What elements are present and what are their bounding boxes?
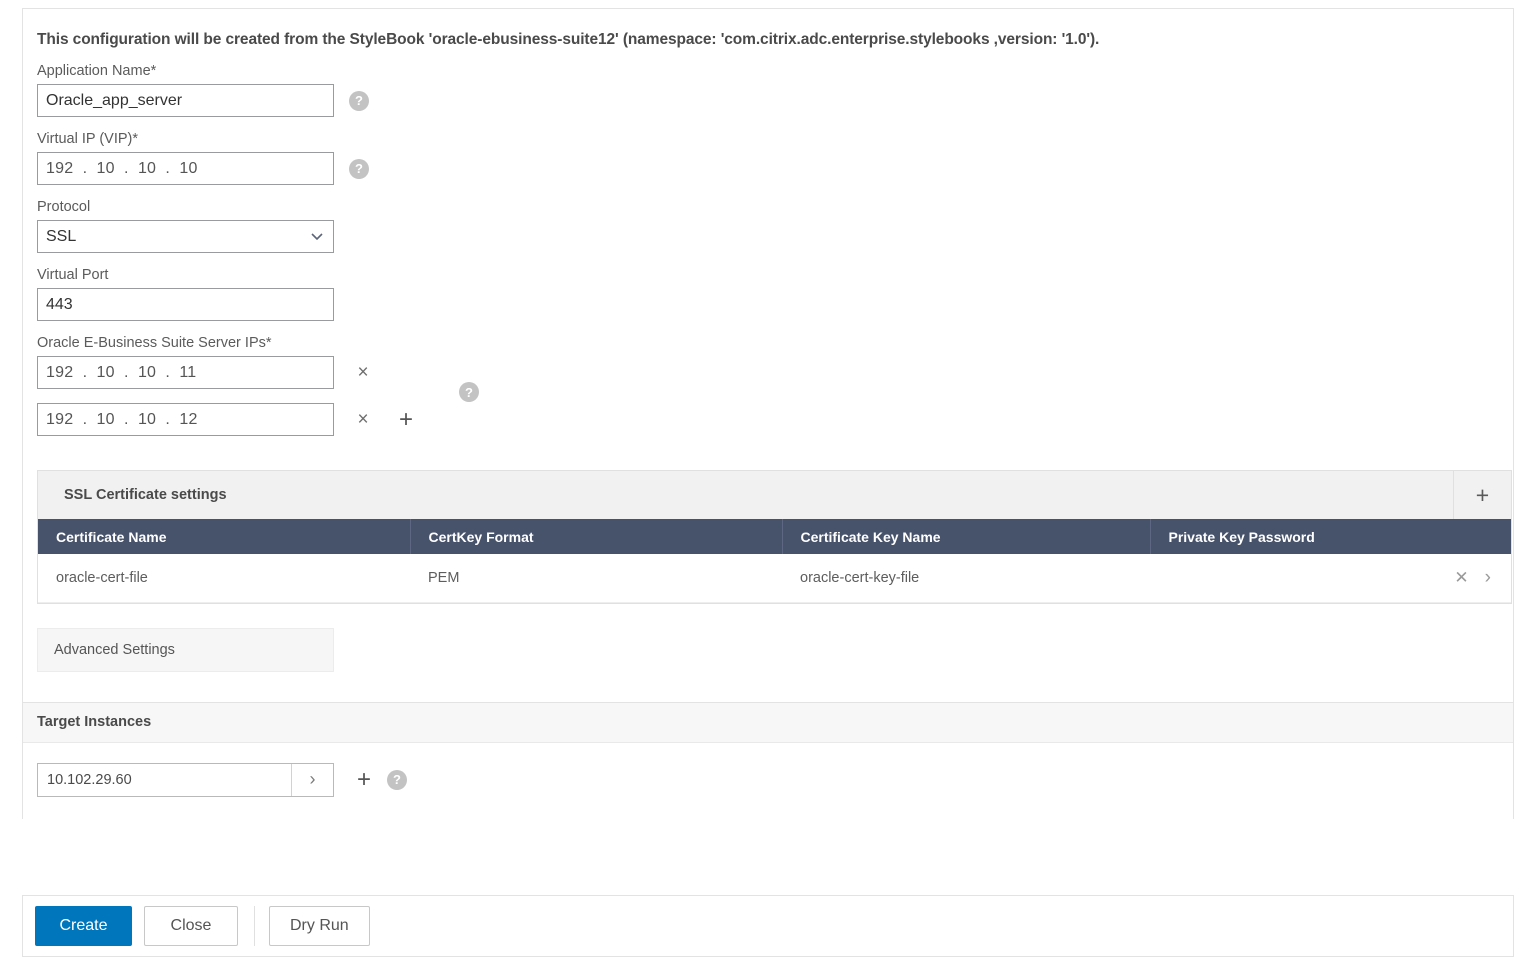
configuration-form: Application Name* ? Virtual IP (VIP)* ? … — [23, 63, 1513, 436]
stylebook-configuration-page: This configuration will be created from … — [0, 0, 1525, 965]
column-certificate-key-name: Certificate Key Name — [782, 519, 1151, 554]
ssl-panel-header: SSL Certificate settings + — [38, 471, 1511, 519]
close-button[interactable]: Close — [144, 906, 238, 946]
cell-certkey-format: PEM — [410, 554, 782, 603]
target-instances-body: › + ? — [23, 743, 1513, 819]
certificate-table-header: Certificate Name CertKey Format Certific… — [38, 519, 1511, 554]
protocol-label: Protocol — [37, 199, 91, 215]
server-ips-list: × × + ? — [37, 356, 1513, 436]
column-certkey-format: CertKey Format — [410, 519, 783, 554]
target-instances-header: Target Instances — [23, 702, 1513, 743]
target-instance-chevron-right-icon[interactable]: › — [291, 763, 333, 796]
certificate-table-body: oracle-cert-file PEM oracle-cert-key-fil… — [38, 554, 1511, 603]
remove-server-ip-icon[interactable]: × — [356, 363, 370, 382]
cell-private-key-password: ✕ › — [1150, 554, 1511, 603]
application-name-label: Application Name* — [37, 63, 157, 79]
certificate-table: Certificate Name CertKey Format Certific… — [38, 519, 1511, 603]
server-ip-input-1[interactable] — [37, 356, 334, 389]
protocol-select-wrap — [37, 220, 334, 253]
protocol-row — [37, 220, 1513, 253]
help-icon[interactable]: ? — [387, 769, 407, 790]
create-button[interactable]: Create — [35, 906, 132, 946]
virtual-port-label: Virtual Port — [37, 267, 109, 283]
virtual-port-row — [37, 288, 1513, 321]
server-ips-help-wrap: ? — [459, 382, 479, 402]
help-icon[interactable]: ? — [459, 382, 479, 402]
stylebook-intro-text: This configuration will be created from … — [37, 31, 1100, 48]
configuration-frame: This configuration will be created from … — [22, 8, 1514, 819]
server-ips-label: Oracle E-Business Suite Server IPs* — [37, 335, 272, 351]
cell-certificate-name: oracle-cert-file — [38, 554, 410, 603]
column-certificate-name: Certificate Name — [38, 519, 411, 554]
application-name-input[interactable] — [37, 84, 334, 117]
cell-certificate-key-name: oracle-cert-key-file — [782, 554, 1150, 603]
table-row[interactable]: oracle-cert-file PEM oracle-cert-key-fil… — [38, 554, 1511, 603]
ssl-panel-title: SSL Certificate settings — [64, 487, 227, 503]
column-private-key-password: Private Key Password — [1150, 519, 1511, 554]
target-instance-input-wrap: › — [37, 762, 334, 797]
virtual-ip-label: Virtual IP (VIP)* — [37, 131, 139, 147]
remove-server-ip-icon[interactable]: × — [356, 410, 370, 429]
help-icon[interactable]: ? — [349, 158, 369, 179]
virtual-ip-input[interactable] — [37, 152, 334, 185]
expand-row-chevron-icon[interactable]: › — [1485, 568, 1491, 587]
virtual-port-input[interactable] — [37, 288, 334, 321]
add-certificate-icon[interactable]: + — [1453, 471, 1511, 519]
server-ip-input-2[interactable] — [37, 403, 334, 436]
row-actions: ✕ › — [1168, 568, 1511, 588]
virtual-ip-row: ? — [37, 152, 1513, 185]
target-instances-title: Target Instances — [37, 714, 152, 730]
target-instance-input[interactable] — [38, 763, 291, 796]
form-bottom-spacer — [23, 672, 1513, 702]
server-ip-row: × — [37, 356, 1513, 389]
footer-actions: Create Close Dry Run — [22, 895, 1514, 957]
button-divider — [254, 906, 255, 946]
server-ip-row: × + — [37, 403, 1513, 436]
add-target-instance-icon[interactable]: + — [356, 767, 372, 792]
advanced-settings-label: Advanced Settings — [54, 641, 175, 658]
help-icon[interactable]: ? — [349, 90, 369, 111]
application-name-row: ? — [37, 84, 1513, 117]
dry-run-button[interactable]: Dry Run — [269, 906, 370, 946]
add-server-ip-icon[interactable]: + — [398, 407, 414, 432]
advanced-settings-button[interactable]: Advanced Settings — [37, 627, 334, 672]
protocol-select[interactable] — [37, 220, 334, 253]
table-header-row: Certificate Name CertKey Format Certific… — [38, 519, 1511, 554]
ssl-certificate-settings-panel: SSL Certificate settings + Certificate N… — [37, 470, 1512, 604]
remove-row-icon[interactable]: ✕ — [1454, 568, 1468, 588]
